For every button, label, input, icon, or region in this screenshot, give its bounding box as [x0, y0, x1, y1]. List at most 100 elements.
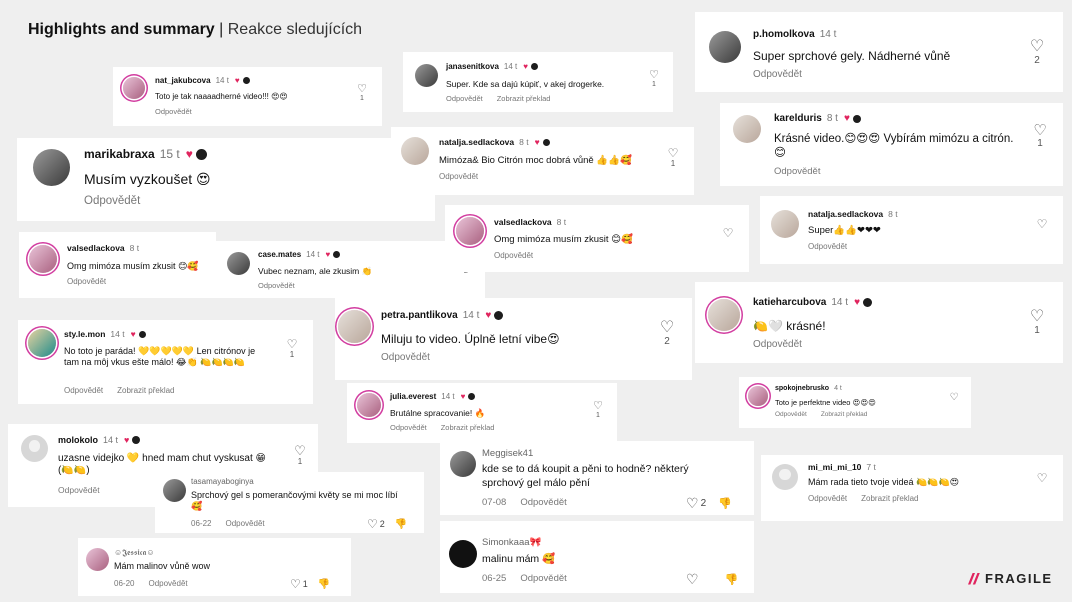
avatar[interactable] [456, 217, 484, 245]
translate-button[interactable]: Zobrazit překlad [497, 94, 551, 103]
heart-outline-icon[interactable]: ♡ [1028, 309, 1046, 325]
username[interactable]: karelduris [774, 113, 822, 124]
username[interactable]: valsedlackova [67, 243, 125, 253]
avatar[interactable] [748, 386, 768, 406]
avatar[interactable] [449, 540, 477, 568]
username[interactable]: valsedlackova [494, 217, 552, 227]
reply-button[interactable]: Odpovědět [225, 519, 264, 528]
avatar[interactable] [33, 149, 70, 186]
reply-button[interactable]: Odpovědět [446, 94, 483, 103]
reply-button[interactable]: Odpovědět [520, 497, 566, 508]
heart-outline-icon[interactable]: ♡ [647, 70, 661, 81]
avatar[interactable] [29, 245, 57, 273]
avatar[interactable] [709, 31, 741, 63]
avatar[interactable] [357, 393, 381, 417]
avatar[interactable] [450, 451, 476, 477]
creator-avatar-icon [195, 148, 207, 160]
username[interactable]: sty.le.mon [64, 329, 105, 339]
heart-outline-icon[interactable]: ♡ [686, 571, 699, 588]
avatar[interactable] [415, 64, 438, 87]
reply-button[interactable]: Odpovědět [155, 107, 192, 116]
username[interactable]: Simonkaaa🎀 [482, 537, 541, 548]
reply-button[interactable]: Odpovědět [381, 352, 430, 363]
heart-outline-icon[interactable]: ♡ [591, 401, 605, 412]
thumb-down-icon[interactable]: 👎 [318, 579, 330, 590]
avatar[interactable] [123, 77, 145, 99]
heart-outline-icon[interactable]: ♡ [285, 338, 299, 350]
username[interactable]: molokolo [58, 435, 98, 445]
username[interactable]: mi_mi_mi_10 [808, 462, 861, 472]
heart-outline-icon[interactable]: ♡ [1031, 123, 1049, 138]
username[interactable]: julia.everest [390, 392, 436, 401]
avatar[interactable] [21, 435, 48, 462]
reply-button[interactable]: Odpovědět [753, 69, 802, 80]
reply-button[interactable]: Odpovědět [439, 172, 478, 181]
reply-button[interactable]: Odpovědět [494, 251, 533, 260]
avatar[interactable] [338, 310, 371, 343]
timestamp: 14 t [441, 392, 455, 401]
comment-card: valsedlackova 8 t Omg mimóza musím zkusit… [445, 205, 749, 272]
username[interactable]: case.mates [258, 250, 301, 259]
translate-button[interactable]: Zobrazit překlad [117, 386, 174, 395]
heart-outline-icon[interactable]: ♡ [721, 227, 735, 239]
heart-outline-icon[interactable]: ♡ [367, 517, 378, 531]
heart-outline-icon[interactable]: ♡ [666, 147, 680, 159]
username[interactable]: petra.pantlikova [381, 310, 458, 321]
heart-outline-icon[interactable]: ♡ [1028, 39, 1046, 55]
translate-button[interactable]: Zobrazit překlad [441, 423, 495, 432]
heart-outline-icon[interactable]: ♡ [290, 577, 301, 591]
reply-button[interactable]: Odpovědět [258, 281, 295, 290]
reply-button[interactable]: Odpovědět [67, 277, 106, 286]
avatar[interactable] [708, 299, 740, 331]
avatar[interactable] [227, 252, 250, 275]
avatar[interactable] [28, 329, 56, 357]
comment-card: p.homolkova 14 t Super sprchové gely. Nád… [695, 12, 1063, 92]
creator-avatar-icon [138, 330, 146, 338]
reply-button[interactable]: Odpovědět [390, 423, 427, 432]
reply-button[interactable]: Odpovědět [84, 195, 140, 207]
username[interactable]: ☺𝕵𝖊𝖘𝖘𝖎𝖈𝖆☺ [114, 548, 155, 558]
reply-button[interactable]: Odpovědět [64, 386, 103, 395]
username[interactable]: natalja.sedlackova [808, 209, 883, 219]
username[interactable]: marikabraxa [84, 147, 155, 161]
reply-button[interactable]: Odpovědět [808, 242, 847, 251]
creator-avatar-icon [333, 251, 341, 258]
username[interactable]: janasenitkova [446, 62, 499, 71]
username[interactable]: natalja.sedlackova [439, 137, 514, 147]
reply-button[interactable]: Odpovědět [58, 485, 100, 495]
avatar[interactable] [772, 464, 798, 490]
avatar[interactable] [163, 479, 186, 502]
avatar[interactable] [401, 137, 429, 165]
heart-outline-icon[interactable]: ♡ [355, 84, 369, 95]
username[interactable]: katieharcubova [753, 297, 826, 308]
avatar[interactable] [733, 115, 761, 143]
heart-outline-icon[interactable]: ♡ [948, 393, 960, 403]
username[interactable]: Meggisek41 [482, 448, 533, 459]
timestamp: 14 t [306, 250, 320, 259]
heart-outline-icon[interactable]: ♡ [1035, 218, 1049, 230]
reply-button[interactable]: Odpovědět [774, 166, 820, 177]
heart-outline-icon[interactable]: ♡ [293, 444, 307, 457]
thumb-down-icon[interactable]: 👎 [725, 573, 739, 586]
heart-outline-icon[interactable]: ♡ [686, 495, 699, 512]
reply-button[interactable]: Odpovědět [775, 411, 807, 418]
username[interactable]: nat_jakubcova [155, 76, 211, 85]
avatar[interactable] [771, 210, 799, 238]
heart-outline-icon[interactable]: ♡ [1035, 472, 1049, 484]
reply-button[interactable]: Odpovědět [808, 494, 847, 503]
reply-button[interactable]: Odpovědět [148, 579, 187, 588]
username[interactable]: p.homolkova [753, 29, 815, 40]
translate-button[interactable]: Zobrazit překlad [821, 411, 868, 418]
username[interactable]: spokojnebrusko [775, 385, 829, 392]
thumb-down-icon[interactable]: 👎 [718, 497, 732, 510]
timestamp: 14 t [831, 297, 849, 308]
timestamp: 14 t [819, 29, 837, 40]
thumb-down-icon[interactable]: 👎 [395, 519, 407, 530]
comment-card: ☺𝕵𝖊𝖘𝖘𝖎𝖈𝖆☺ Mám malinov vůně wow 06-20 Odpo… [78, 538, 351, 596]
username[interactable]: tasamayaboginya [191, 477, 254, 486]
reply-button[interactable]: Odpovědět [520, 573, 566, 584]
avatar[interactable] [86, 548, 109, 571]
heart-outline-icon[interactable]: ♡ [658, 320, 676, 336]
translate-button[interactable]: Zobrazit překlad [861, 494, 918, 503]
reply-button[interactable]: Odpovědět [753, 339, 802, 350]
